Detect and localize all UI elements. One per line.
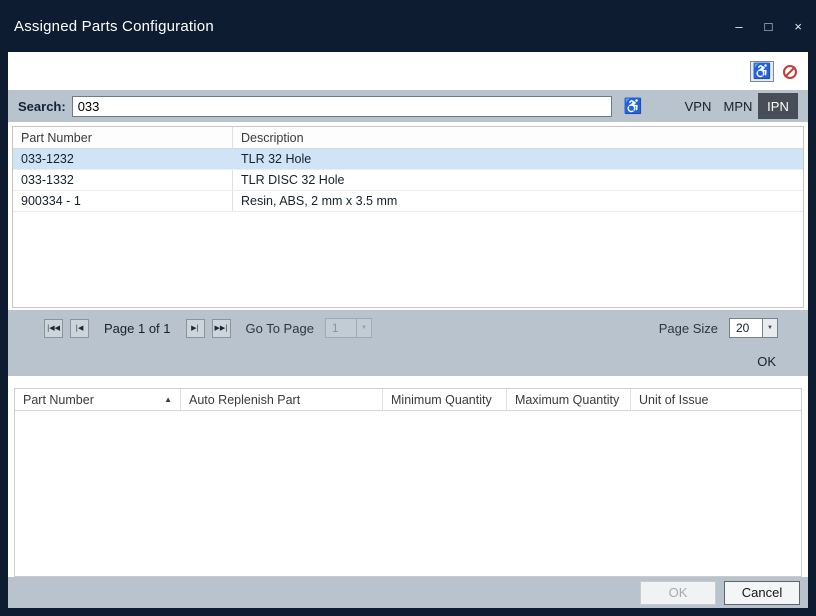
- results-ok-button[interactable]: OK: [757, 354, 776, 369]
- tab-vpn[interactable]: VPN: [678, 93, 718, 119]
- minimize-button[interactable]: –: [735, 20, 742, 33]
- block-button[interactable]: [778, 61, 802, 82]
- dialog-footer: OK Cancel: [8, 577, 808, 608]
- cancel-button[interactable]: Cancel: [724, 581, 800, 605]
- cell-description: Resin, ABS, 2 mm x 3.5 mm: [233, 191, 803, 211]
- column-header-part-number[interactable]: Part Number ▲: [15, 389, 181, 410]
- column-header-unit-of-issue[interactable]: Unit of Issue: [631, 389, 801, 410]
- pager-controls: |◀◀ |◀ Page 1 of 1 ▶| ▶▶| Go To Page 1 ▼…: [8, 310, 808, 338]
- dialog-body: ♿ Search: ♿ VPN MPN IPN Part Number Desc…: [8, 52, 808, 608]
- go-to-page-value: 1: [326, 319, 356, 337]
- page-size-label: Page Size: [659, 321, 718, 336]
- titlebar: Assigned Parts Configuration – □ ×: [0, 0, 816, 52]
- cell-part-number: 033-1232: [13, 149, 233, 169]
- tab-mpn[interactable]: MPN: [718, 93, 758, 119]
- close-button[interactable]: ×: [794, 20, 802, 33]
- sort-ascending-icon: ▲: [164, 396, 172, 404]
- cell-part-number: 033-1332: [13, 170, 233, 190]
- pagination-bar: |◀◀ |◀ Page 1 of 1 ▶| ▶▶| Go To Page 1 ▼…: [8, 310, 808, 376]
- cell-description: TLR 32 Hole: [233, 149, 803, 169]
- assigned-parts-table: Part Number ▲ Auto Replenish Part Minimu…: [14, 388, 802, 577]
- window-title: Assigned Parts Configuration: [14, 18, 214, 35]
- results-header-row: Part Number Description: [13, 127, 803, 149]
- ok-button[interactable]: OK: [640, 581, 716, 605]
- column-header-part-number[interactable]: Part Number: [13, 127, 233, 148]
- column-header-label: Part Number: [23, 393, 94, 407]
- search-label: Search:: [18, 99, 66, 114]
- page-status: Page 1 of 1: [104, 321, 171, 336]
- cell-part-number: 900334 - 1: [13, 191, 233, 211]
- tab-ipn[interactable]: IPN: [758, 93, 798, 119]
- go-to-page-label: Go To Page: [246, 321, 314, 336]
- accessibility-icon: ♿: [753, 64, 772, 79]
- page-size-value: 20: [730, 319, 762, 337]
- search-results-table: Part Number Description 033-1232 TLR 32 …: [12, 126, 804, 308]
- last-page-icon: ▶▶|: [214, 325, 227, 332]
- window-controls: – □ ×: [735, 20, 802, 33]
- table-row[interactable]: 033-1232 TLR 32 Hole: [13, 149, 803, 170]
- chevron-down-icon: ▼: [762, 319, 777, 337]
- column-header-minimum-quantity[interactable]: Minimum Quantity: [383, 389, 507, 410]
- maximize-button[interactable]: □: [765, 20, 773, 33]
- search-input[interactable]: [72, 96, 612, 117]
- next-page-icon: ▶|: [191, 325, 199, 332]
- previous-page-button[interactable]: |◀: [70, 319, 89, 338]
- first-page-icon: |◀◀: [47, 325, 60, 332]
- dialog-toolbar: ♿: [750, 61, 802, 82]
- go-to-page-combobox[interactable]: 1 ▼: [325, 318, 372, 338]
- cell-description: TLR DISC 32 Hole: [233, 170, 803, 190]
- search-bar: Search: ♿ VPN MPN IPN: [8, 90, 808, 122]
- assigned-header-row: Part Number ▲ Auto Replenish Part Minimu…: [15, 389, 801, 411]
- block-icon: [783, 65, 797, 79]
- column-header-description[interactable]: Description: [233, 127, 803, 148]
- column-header-auto-replenish-part[interactable]: Auto Replenish Part: [181, 389, 383, 410]
- chevron-down-icon: ▼: [356, 319, 371, 337]
- page-size-combobox[interactable]: 20 ▼: [729, 318, 778, 338]
- first-page-button[interactable]: |◀◀: [44, 319, 63, 338]
- last-page-button[interactable]: ▶▶|: [212, 319, 231, 338]
- previous-page-icon: |◀: [76, 325, 84, 332]
- table-row[interactable]: 900334 - 1 Resin, ABS, 2 mm x 3.5 mm: [13, 191, 803, 212]
- table-row[interactable]: 033-1332 TLR DISC 32 Hole: [13, 170, 803, 191]
- accessibility-icon: ♿: [624, 99, 643, 114]
- part-number-type-tabs: VPN MPN IPN: [678, 93, 798, 119]
- column-header-maximum-quantity[interactable]: Maximum Quantity: [507, 389, 631, 410]
- accessibility-toggle-button[interactable]: ♿: [750, 61, 774, 82]
- next-page-button[interactable]: ▶|: [186, 319, 205, 338]
